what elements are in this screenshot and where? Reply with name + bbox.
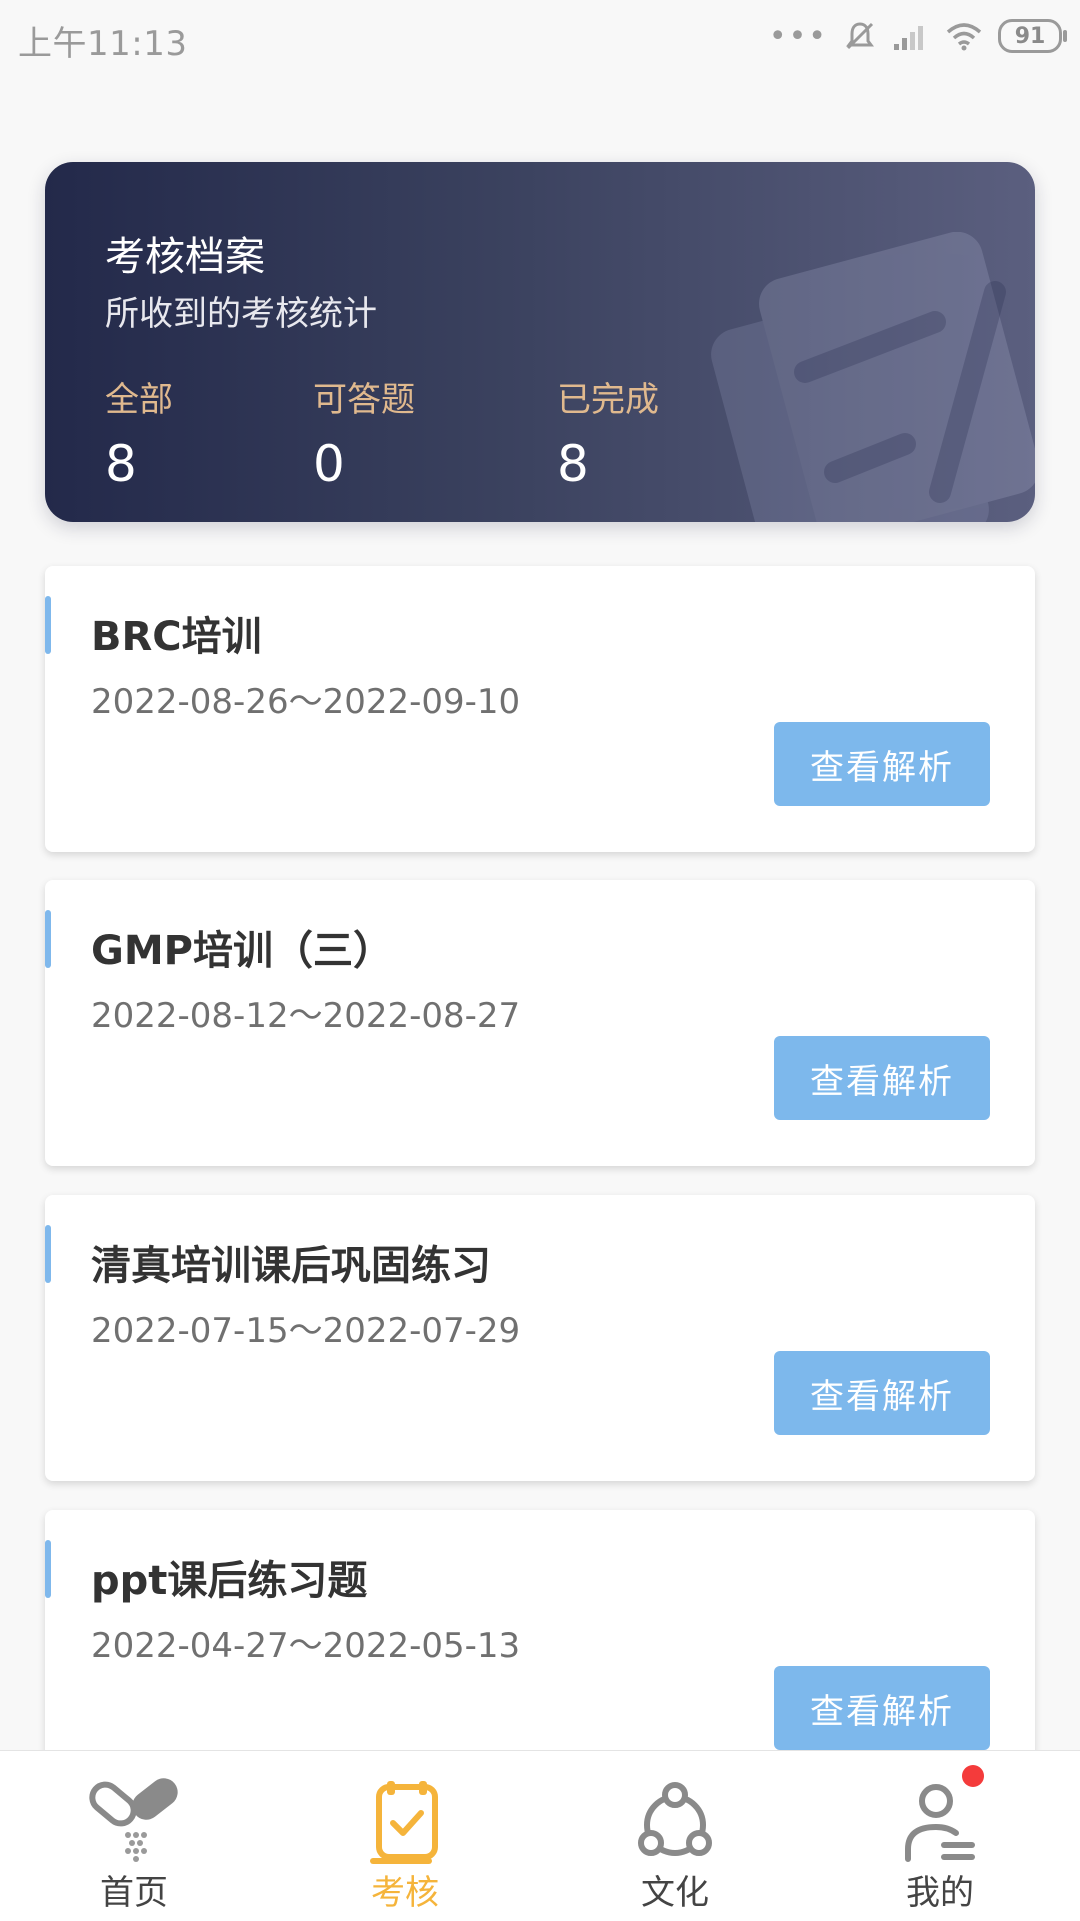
user-profile-icon	[905, 1784, 975, 1862]
status-icons: ••• 91	[768, 18, 1067, 54]
status-bar: 上午11:13 ••• 91	[0, 0, 1080, 76]
notification-badge	[962, 1765, 984, 1787]
exam-title: GMP培训（三）	[91, 928, 393, 974]
culture-network-icon	[638, 1782, 712, 1856]
home-pill-icon	[89, 1778, 178, 1862]
exam-card[interactable]: GMP培训（三） 2022-08-12～2022-08-27 查看解析	[45, 880, 1035, 1166]
stat-all: 全部 8	[105, 372, 173, 493]
view-analysis-button[interactable]: 查看解析	[774, 1351, 990, 1435]
summary-title: 考核档案	[105, 234, 265, 280]
exam-date-range: 2022-08-12～2022-08-27	[91, 996, 521, 1036]
battery-indicator: 91	[998, 19, 1067, 53]
stat-label: 已完成	[557, 380, 659, 420]
nav-label: 首页	[100, 1873, 168, 1913]
exam-date-range: 2022-08-26～2022-09-10	[91, 682, 521, 722]
signal-icon	[894, 26, 923, 50]
document-decoration-icon	[711, 232, 1035, 522]
stat-value: 8	[105, 435, 137, 493]
summary-subtitle: 所收到的考核统计	[105, 294, 377, 334]
exam-title: 清真培训课后巩固练习	[91, 1243, 491, 1289]
assessment-summary-card: 考核档案 所收到的考核统计 全部 8 可答题 0 已完成 8	[45, 162, 1035, 522]
exam-accent-bar	[45, 910, 51, 968]
stat-label: 全部	[105, 380, 173, 420]
stat-available: 可答题 0	[313, 372, 415, 493]
stat-label: 可答题	[313, 380, 415, 420]
exam-accent-bar	[45, 1225, 51, 1283]
exam-title: BRC培训	[91, 614, 262, 660]
exam-title: ppt课后练习题	[91, 1558, 368, 1604]
nav-item-mine[interactable]: 我的	[840, 1751, 1040, 1921]
nav-item-assessment[interactable]: 考核	[305, 1751, 505, 1921]
nav-label: 考核	[371, 1873, 439, 1913]
stat-completed: 已完成 8	[557, 372, 659, 493]
wifi-icon	[946, 23, 982, 51]
stat-value: 8	[557, 435, 589, 493]
exam-accent-bar	[45, 596, 51, 654]
exam-date-range: 2022-04-27～2022-05-13	[91, 1626, 521, 1666]
status-time: 上午11:13	[18, 24, 188, 64]
nav-item-culture[interactable]: 文化	[575, 1751, 775, 1921]
exam-date-range: 2022-07-15～2022-07-29	[91, 1311, 521, 1351]
bottom-navigation: 首页 考核 文化 我的	[0, 1750, 1080, 1921]
mute-bell-icon	[846, 22, 874, 50]
clipboard-check-icon	[370, 1781, 438, 1864]
nav-label: 我的	[906, 1873, 974, 1913]
exam-accent-bar	[45, 1540, 51, 1598]
view-analysis-button[interactable]: 查看解析	[774, 1036, 990, 1120]
more-dots-icon: •••	[768, 18, 828, 54]
view-analysis-button[interactable]: 查看解析	[774, 1666, 990, 1750]
nav-label: 文化	[641, 1873, 709, 1913]
view-analysis-button[interactable]: 查看解析	[774, 722, 990, 806]
exam-card[interactable]: 清真培训课后巩固练习 2022-07-15～2022-07-29 查看解析	[45, 1195, 1035, 1481]
exam-card[interactable]: BRC培训 2022-08-26～2022-09-10 查看解析	[45, 566, 1035, 852]
stat-value: 0	[313, 435, 345, 493]
nav-item-home[interactable]: 首页	[34, 1751, 234, 1921]
